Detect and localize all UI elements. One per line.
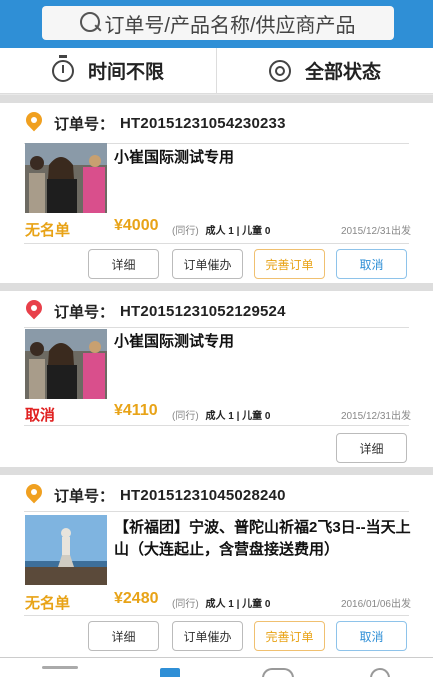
top-bar: 订单号/产品名称/供应商产品 (0, 0, 433, 48)
divider (24, 243, 409, 244)
divider (0, 467, 433, 475)
divider (24, 425, 409, 426)
detail-button[interactable]: 详细 (88, 621, 159, 651)
timer-icon (51, 54, 74, 82)
divider (24, 615, 409, 616)
order-number: HT20151231052129524 (120, 302, 286, 320)
people-count: 成人 1 | 儿童 0 (205, 226, 271, 237)
product-thumbnail[interactable] (25, 515, 107, 585)
cancel-button[interactable]: 取消 (336, 249, 407, 279)
cancel-button[interactable]: 取消 (336, 621, 407, 651)
status-filter[interactable]: 全部状态 (216, 48, 433, 93)
filter-bar: 时间不限 全部状态 (0, 48, 433, 94)
detail-button[interactable]: 详细 (336, 433, 407, 463)
chat-icon[interactable] (262, 668, 294, 677)
people-count: 成人 1 | 儿童 0 (205, 599, 271, 610)
order-meta: (同行) 成人 1 | 儿童 0 (172, 407, 271, 422)
product-name[interactable]: 【祈福团】宁波、普陀山祈福2飞3日--当天上山（大连起止，含营盘接送费用） (114, 517, 414, 561)
home-icon[interactable] (160, 668, 180, 677)
order-meta: (同行) 成人 1 | 儿童 0 (172, 595, 271, 610)
time-filter-label: 时间不限 (87, 62, 164, 83)
complete-order-button[interactable]: 完善订单 (254, 621, 325, 651)
order-number: HT20151231054230233 (120, 114, 286, 132)
order-card[interactable]: 订单号： HT20151231054230233 小崔国际测试专用 无名单 ¥4… (0, 103, 433, 283)
status-filter-label: 全部状态 (304, 62, 381, 83)
order-price: ¥4000 (114, 217, 159, 234)
bottom-nav (0, 657, 433, 677)
order-status: 无名单 (25, 595, 71, 612)
product-thumbnail[interactable] (25, 329, 107, 399)
order-number-label: 订单号： (54, 115, 115, 133)
order-status: 取消 (25, 407, 56, 424)
order-header: 订单号： HT20151231054230233 (0, 103, 433, 143)
order-header: 订单号： HT20151231045028240 (0, 475, 433, 515)
divider (24, 511, 409, 512)
location-pin-icon (26, 112, 42, 134)
people-count: 成人 1 | 儿童 0 (205, 411, 271, 422)
product-name[interactable]: 小崔国际测试专用 (114, 331, 414, 353)
location-pin-icon (26, 300, 42, 322)
peer-tag: (同行) (172, 411, 199, 422)
departure-date: 2015/12/31出发 (340, 411, 411, 422)
time-filter[interactable]: 时间不限 (0, 48, 216, 93)
order-number-label: 订单号： (54, 487, 115, 505)
divider (24, 327, 409, 328)
product-name[interactable]: 小崔国际测试专用 (114, 147, 414, 169)
order-price: ¥4110 (114, 402, 158, 419)
product-thumbnail[interactable] (25, 143, 107, 213)
divider (0, 283, 433, 291)
order-card[interactable]: 订单号： HT20151231052129524 小崔国际测试专用 取消 ¥41… (0, 291, 433, 467)
order-status: 无名单 (25, 222, 71, 239)
search-placeholder: 订单号/产品名称/供应商产品 (104, 14, 356, 37)
detail-button[interactable]: 详细 (88, 249, 159, 279)
menu-icon[interactable] (42, 666, 78, 669)
search-input[interactable]: 订单号/产品名称/供应商产品 (42, 6, 394, 40)
location-pin-icon (26, 484, 42, 506)
order-number-label: 订单号： (54, 303, 115, 321)
peer-tag: (同行) (172, 599, 199, 610)
target-icon (268, 59, 291, 82)
urge-order-button[interactable]: 订单催办 (172, 249, 243, 279)
complete-order-button[interactable]: 完善订单 (254, 249, 325, 279)
user-icon[interactable] (370, 668, 390, 677)
peer-tag: (同行) (172, 226, 199, 237)
order-card[interactable]: 订单号： HT20151231045028240 【祈福团】宁波、普陀山祈福2飞… (0, 475, 433, 657)
departure-date: 2015/12/31出发 (340, 226, 411, 237)
order-meta: (同行) 成人 1 | 儿童 0 (172, 222, 271, 237)
departure-date: 2016/01/06出发 (340, 599, 411, 610)
order-price: ¥2480 (114, 590, 159, 607)
urge-order-button[interactable]: 订单催办 (172, 621, 243, 651)
divider (0, 95, 433, 103)
order-header: 订单号： HT20151231052129524 (0, 291, 433, 331)
search-icon (80, 12, 102, 34)
order-number: HT20151231045028240 (120, 486, 286, 504)
